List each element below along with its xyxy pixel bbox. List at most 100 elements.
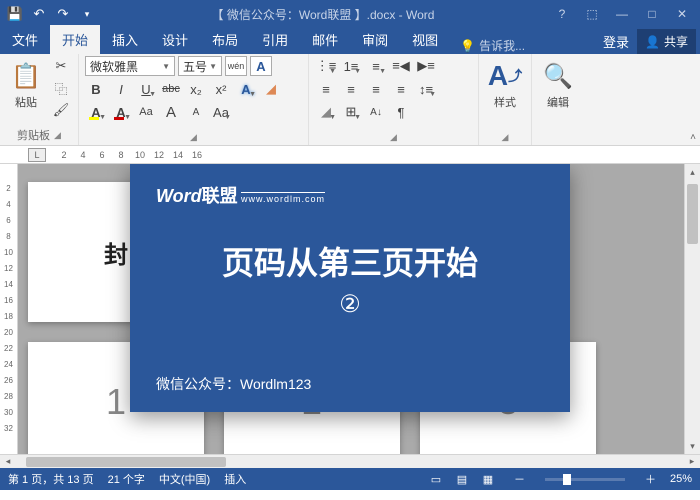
ruler-tick: 6 (6, 216, 10, 225)
tab-review[interactable]: 审阅 (350, 25, 400, 54)
clear-format-button[interactable]: ◢ (260, 79, 282, 99)
tell-me[interactable]: 💡告诉我... (450, 37, 535, 54)
vertical-scrollbar[interactable]: ▴ ▾ (684, 164, 700, 454)
chevron-down-icon: ▼ (379, 68, 386, 75)
text-effects-button[interactable]: A▼ (235, 79, 257, 99)
highlight-button[interactable]: A▼ (85, 102, 107, 122)
font-launcher[interactable]: ◢ (190, 132, 197, 143)
tab-view[interactable]: 视图 (400, 25, 450, 54)
italic-button[interactable]: I (110, 79, 132, 99)
print-layout-button[interactable]: ▤ (450, 470, 474, 488)
tab-design[interactable]: 设计 (150, 25, 200, 54)
chevron-down-icon: ▼ (162, 62, 170, 71)
ruler-tick: 2 (55, 150, 73, 160)
tab-home[interactable]: 开始 (50, 25, 100, 54)
ruler-tick: 4 (6, 200, 10, 209)
undo-button[interactable]: ↶ (28, 3, 50, 25)
styles-launcher[interactable]: ◢ (502, 132, 509, 143)
horizontal-ruler[interactable]: L 2 4 6 8 10 12 14 16 (0, 146, 700, 164)
zoom-slider[interactable] (545, 478, 625, 481)
bullets-button[interactable]: ⋮≡▼ (315, 56, 337, 76)
paragraph-launcher[interactable]: ◢ (390, 132, 397, 143)
save-button[interactable]: 💾 (4, 3, 26, 25)
char-border-button[interactable]: Aa (135, 102, 157, 122)
scroll-left-button[interactable]: ◂ (0, 456, 16, 467)
increase-indent-button[interactable]: ▶≡ (415, 56, 437, 76)
qat-more-button[interactable]: ▾ (76, 3, 98, 25)
login-link[interactable]: 登录 (603, 32, 629, 51)
align-left-button[interactable]: ≡ (315, 79, 337, 99)
superscript-button[interactable]: x² (210, 79, 232, 99)
editing-button[interactable]: 🔍 编辑 (538, 56, 578, 114)
grow-font-button[interactable]: A (160, 102, 182, 122)
sort-button[interactable]: A↓ (365, 102, 387, 122)
bold-button[interactable]: B (85, 79, 107, 99)
scroll-up-button[interactable]: ▴ (685, 164, 700, 180)
subscript-button[interactable]: x₂ (185, 79, 207, 99)
read-mode-button[interactable]: ▭ (424, 470, 448, 488)
tab-file[interactable]: 文件 (0, 25, 50, 54)
tab-insert[interactable]: 插入 (100, 25, 150, 54)
shrink-font-button[interactable]: A (185, 102, 207, 122)
zoom-out-button[interactable]: － (514, 471, 525, 487)
font-color-button[interactable]: A▼ (110, 102, 132, 122)
zoom-level[interactable]: 25% (670, 473, 692, 485)
vertical-ruler[interactable]: 2 4 6 8 10 12 14 16 18 20 22 24 26 28 30… (0, 164, 18, 454)
web-layout-button[interactable]: ▦ (476, 470, 500, 488)
minimize-button[interactable]: — (608, 3, 636, 25)
chevron-down-icon: ▼ (149, 91, 156, 98)
decrease-indent-button[interactable]: ≡◀ (390, 56, 412, 76)
show-marks-button[interactable]: ¶ (390, 102, 412, 122)
multilevel-button[interactable]: ≡▼ (365, 56, 387, 76)
char-shading-button[interactable]: A (250, 56, 272, 76)
horizontal-scrollbar[interactable]: ◂ ▸ (0, 454, 700, 468)
line-spacing-button[interactable]: ↕≡▼ (415, 79, 437, 99)
phonetic-guide-button[interactable]: wén (225, 56, 247, 76)
language[interactable]: 中文(中国) (159, 471, 210, 487)
insert-mode[interactable]: 插入 (224, 471, 246, 487)
copy-button[interactable]: ⿻ (50, 78, 72, 98)
change-case-button[interactable]: Aa▼ (210, 102, 232, 122)
overlay-number: ② (156, 290, 544, 319)
page-count[interactable]: 第 1 页，共 13 页 (8, 471, 94, 487)
tab-mail[interactable]: 邮件 (300, 25, 350, 54)
font-size-combo[interactable]: 五号▼ (178, 56, 222, 76)
word-count[interactable]: 21 个字 (108, 471, 145, 487)
ruler-tick: 26 (4, 376, 13, 385)
window-title: 【 微信公众号：Word联盟 】.docx - Word (98, 6, 548, 23)
share-button[interactable]: 👤共享 (637, 29, 696, 54)
ruler-tick: 10 (4, 248, 13, 257)
tab-references[interactable]: 引用 (250, 25, 300, 54)
help-button[interactable]: ? (548, 3, 576, 25)
numbering-button[interactable]: 1≡▼ (340, 56, 362, 76)
scroll-thumb[interactable] (687, 184, 698, 244)
borders-button[interactable]: ⊞▼ (340, 102, 362, 122)
align-right-button[interactable]: ≡ (365, 79, 387, 99)
overlay-title: 页码从第三页开始 (156, 238, 544, 284)
scroll-track[interactable] (16, 455, 684, 468)
maximize-button[interactable]: □ (638, 3, 666, 25)
paste-button[interactable]: 📋 粘贴 (6, 56, 46, 114)
shading-button[interactable]: ◢▼ (315, 102, 337, 122)
strikethrough-button[interactable]: abc (160, 79, 182, 99)
zoom-thumb[interactable] (563, 474, 571, 485)
tab-layout[interactable]: 布局 (200, 25, 250, 54)
underline-button[interactable]: U▼ (135, 79, 157, 99)
scroll-thumb[interactable] (26, 457, 226, 467)
align-justify-button[interactable]: ≡ (390, 79, 412, 99)
zoom-in-button[interactable]: ＋ (645, 471, 656, 487)
clipboard-launcher[interactable]: ◢ (54, 130, 61, 141)
format-painter-button[interactable]: 🖌 (50, 100, 72, 120)
font-name-combo[interactable]: 微软雅黑▼ (85, 56, 175, 76)
styles-button[interactable]: A⤴ 样式 (485, 56, 525, 114)
align-center-button[interactable]: ≡ (340, 79, 362, 99)
tab-selector[interactable]: L (28, 148, 46, 162)
scroll-down-button[interactable]: ▾ (685, 438, 700, 454)
cut-button[interactable]: ✂ (50, 56, 72, 76)
ribbon-options-button[interactable]: ⬚ (578, 3, 606, 25)
chevron-down-icon: ▼ (99, 114, 106, 121)
redo-button[interactable]: ↷ (52, 3, 74, 25)
scroll-right-button[interactable]: ▸ (684, 456, 700, 467)
close-button[interactable]: ✕ (668, 3, 696, 25)
collapse-ribbon-button[interactable]: ˄ (690, 132, 696, 143)
